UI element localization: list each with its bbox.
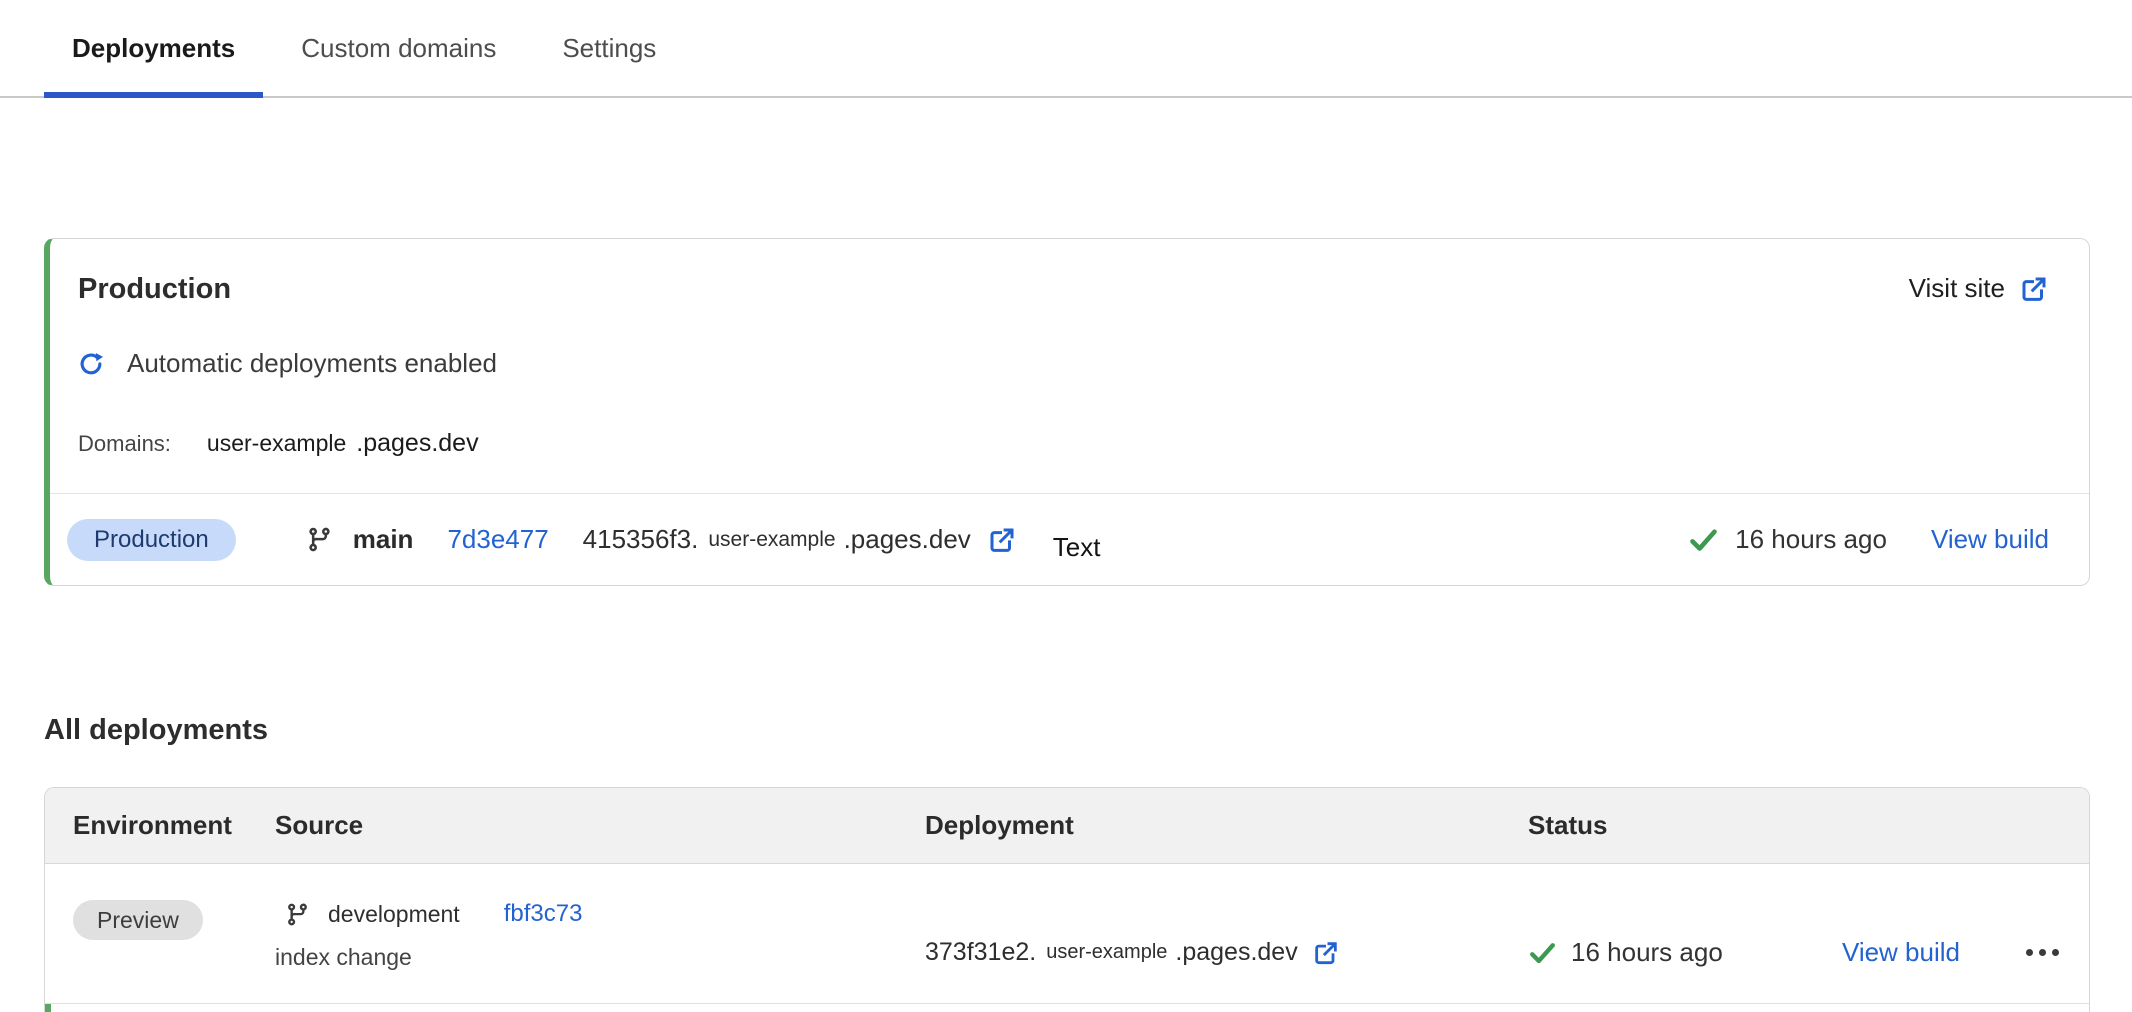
environment-cell: Preview — [73, 900, 275, 1003]
commit-message: index change — [275, 944, 925, 971]
deployment-url-hash: 373f31e2. — [925, 938, 1036, 967]
more-options-icon[interactable] — [2024, 943, 2061, 962]
refresh-icon — [77, 350, 105, 378]
production-deployment-row: Production main 7d3e477 415356f3. user-e… — [50, 493, 2089, 585]
production-card-title: Production — [78, 273, 231, 306]
domains-label: Domains: — [78, 431, 171, 457]
deployment-url-user: user-example — [1046, 941, 1167, 964]
tab-custom-domains[interactable]: Custom domains — [273, 0, 524, 96]
deployment-time: 16 hours ago — [1735, 524, 1887, 555]
automatic-deployments-text: Automatic deployments enabled — [127, 348, 497, 379]
deployment-url-suffix: .pages.dev — [1175, 938, 1297, 967]
commit-link[interactable]: 7d3e477 — [447, 524, 548, 555]
external-link-icon — [2019, 274, 2049, 304]
source-cell: development fbf3c73 index change — [275, 900, 925, 1003]
tab-bar: Deployments Custom domains Settings — [0, 0, 2132, 98]
text-annotation: Text — [1053, 532, 1101, 563]
git-branch-icon — [306, 526, 333, 553]
visit-site-link[interactable]: Visit site — [1909, 273, 2049, 304]
deployment-time: 16 hours ago — [1571, 937, 1723, 968]
column-source: Source — [275, 810, 925, 841]
production-card: Production Visit site Automatic deployme… — [44, 238, 2090, 586]
column-deployment: Deployment — [925, 810, 1528, 841]
table-row: Preview development fbf3c73 index change… — [45, 864, 2089, 1004]
git-branch-icon — [285, 902, 310, 927]
view-build-link[interactable]: View build — [1842, 937, 1960, 968]
view-build-link[interactable]: View build — [1931, 524, 2049, 555]
environment-badge: Production — [67, 519, 236, 561]
commit-link[interactable]: fbf3c73 — [504, 900, 583, 928]
check-icon — [1688, 524, 1719, 555]
next-row-peek — [45, 1004, 2089, 1012]
all-deployments-title: All deployments — [44, 714, 268, 747]
branch-name: development — [328, 901, 460, 928]
tab-settings[interactable]: Settings — [534, 0, 684, 96]
automatic-deployments-row: Automatic deployments enabled — [77, 348, 2089, 379]
external-link-icon[interactable] — [1312, 939, 1340, 967]
status-cell: 16 hours ago View build — [1528, 902, 2061, 1003]
domain-suffix: .pages.dev — [356, 429, 478, 458]
deployments-table: Environment Source Deployment Status Pre… — [44, 787, 2090, 1012]
table-header: Environment Source Deployment Status — [45, 788, 2089, 864]
column-status: Status — [1528, 810, 2061, 841]
deployment-cell: 373f31e2. user-example .pages.dev — [925, 902, 1528, 1003]
visit-site-label: Visit site — [1909, 273, 2005, 304]
tab-deployments[interactable]: Deployments — [44, 0, 263, 96]
domains-row: Domains: user-example .pages.dev — [78, 429, 2089, 458]
environment-badge: Preview — [73, 900, 203, 940]
deployment-url-user: user-example — [708, 528, 835, 552]
branch-name: main — [353, 524, 414, 555]
deployment-url-suffix: .pages.dev — [844, 524, 971, 555]
production-row-status: 16 hours ago View build — [1688, 524, 2049, 555]
domain-user: user-example — [207, 430, 346, 457]
check-icon — [1528, 938, 1557, 967]
production-card-header: Production Visit site — [50, 239, 2089, 306]
external-link-icon[interactable] — [987, 525, 1017, 555]
deployment-url-hash: 415356f3. — [583, 524, 699, 555]
column-environment: Environment — [73, 810, 275, 841]
